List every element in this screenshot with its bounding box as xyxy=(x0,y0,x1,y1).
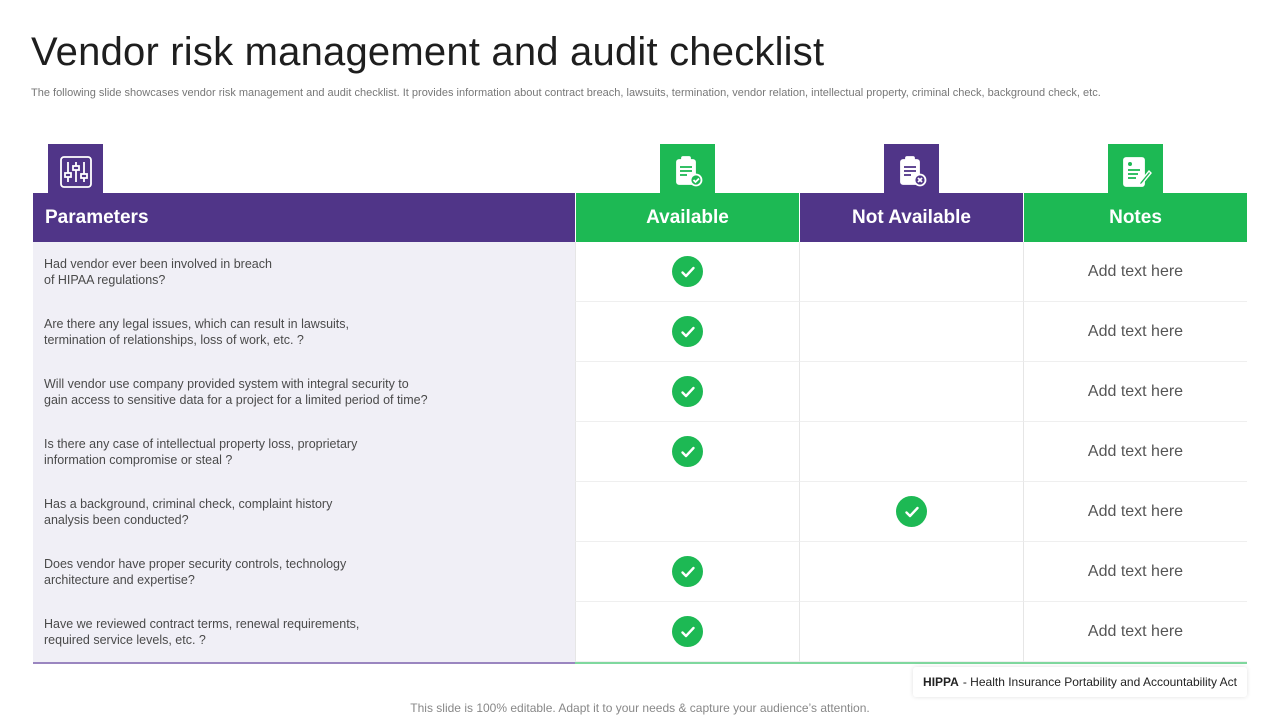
parameter-text: Has a background, criminal check, compla… xyxy=(44,497,333,527)
parameter-text: Have we reviewed contract terms, renewal… xyxy=(44,617,360,647)
page-subtitle: The following slide showcases vendor ris… xyxy=(31,87,1101,99)
parameter-text: Will vendor use company provided system … xyxy=(44,377,428,407)
available-cell xyxy=(575,482,799,542)
legend-definition: - Health Insurance Portability and Accou… xyxy=(962,675,1237,689)
header-parameters: Parameters xyxy=(33,193,575,242)
not-available-cell xyxy=(799,482,1023,542)
checkmark-icon xyxy=(672,436,703,467)
not-available-cell xyxy=(799,302,1023,362)
notes-cell[interactable]: Add text here xyxy=(1023,302,1247,362)
parameter-text: Is there any case of intellectual proper… xyxy=(44,437,358,467)
table-row: Had vendor ever been involved in breach … xyxy=(33,242,1247,302)
available-cell xyxy=(575,362,799,422)
notes-cell[interactable]: Add text here xyxy=(1023,362,1247,422)
legend-term: HIPPA xyxy=(923,675,959,689)
not-available-cell xyxy=(799,242,1023,302)
notes-pen-icon xyxy=(1122,156,1152,187)
hipaa-legend: HIPPA - Health Insurance Portability and… xyxy=(913,667,1247,697)
sliders-icon xyxy=(59,155,92,188)
notes-cell[interactable]: Add text here xyxy=(1023,422,1247,482)
not-available-cell xyxy=(799,362,1023,422)
header-not-available: Not Available xyxy=(799,193,1023,242)
available-cell xyxy=(575,542,799,602)
parameter-text: Are there any legal issues, which can re… xyxy=(44,317,350,347)
checkmark-icon xyxy=(896,496,927,527)
notes-cell[interactable]: Add text here xyxy=(1023,602,1247,662)
parameter-cell: Does vendor have proper security control… xyxy=(33,542,575,602)
table-row: Is there any case of intellectual proper… xyxy=(33,422,1247,482)
parameter-text: Had vendor ever been involved in breach … xyxy=(44,257,272,287)
available-cell xyxy=(575,422,799,482)
available-cell xyxy=(575,602,799,662)
checkmark-icon xyxy=(672,616,703,647)
checklist-table: Parameters Available Not Available Notes… xyxy=(33,193,1247,664)
checkmark-icon xyxy=(672,556,703,587)
available-icon-box xyxy=(660,144,715,199)
parameter-cell: Is there any case of intellectual proper… xyxy=(33,422,575,482)
clipboard-x-icon xyxy=(899,155,926,186)
notes-cell[interactable]: Add text here xyxy=(1023,542,1247,602)
notes-cell[interactable]: Add text here xyxy=(1023,482,1247,542)
table-row: Has a background, criminal check, compla… xyxy=(33,482,1247,542)
not-available-cell xyxy=(799,602,1023,662)
footer-note: This slide is 100% editable. Adapt it to… xyxy=(410,701,870,715)
not-available-icon-box xyxy=(884,144,939,199)
table-row: Are there any legal issues, which can re… xyxy=(33,302,1247,362)
table-row: Does vendor have proper security control… xyxy=(33,542,1247,602)
table-header-row: Parameters Available Not Available Notes xyxy=(33,193,1247,242)
checkmark-icon xyxy=(672,376,703,407)
parameter-cell: Are there any legal issues, which can re… xyxy=(33,302,575,362)
parameters-icon-box xyxy=(48,144,103,199)
not-available-cell xyxy=(799,542,1023,602)
parameter-cell: Had vendor ever been involved in breach … xyxy=(33,242,575,302)
parameter-cell: Will vendor use company provided system … xyxy=(33,362,575,422)
available-cell xyxy=(575,242,799,302)
table-body: Had vendor ever been involved in breach … xyxy=(33,242,1247,662)
parameter-cell: Has a background, criminal check, compla… xyxy=(33,482,575,542)
parameter-text: Does vendor have proper security control… xyxy=(44,557,347,587)
not-available-cell xyxy=(799,422,1023,482)
parameter-cell: Have we reviewed contract terms, renewal… xyxy=(33,602,575,662)
available-cell xyxy=(575,302,799,362)
clipboard-check-icon xyxy=(675,155,702,186)
checkmark-icon xyxy=(672,256,703,287)
header-notes: Notes xyxy=(1023,193,1247,242)
notes-icon-box xyxy=(1108,144,1163,199)
table-bottom-border xyxy=(33,662,1247,664)
table-row: Have we reviewed contract terms, renewal… xyxy=(33,602,1247,662)
page-title: Vendor risk management and audit checkli… xyxy=(31,30,825,74)
notes-cell[interactable]: Add text here xyxy=(1023,242,1247,302)
header-available: Available xyxy=(575,193,799,242)
checkmark-icon xyxy=(672,316,703,347)
table-row: Will vendor use company provided system … xyxy=(33,362,1247,422)
